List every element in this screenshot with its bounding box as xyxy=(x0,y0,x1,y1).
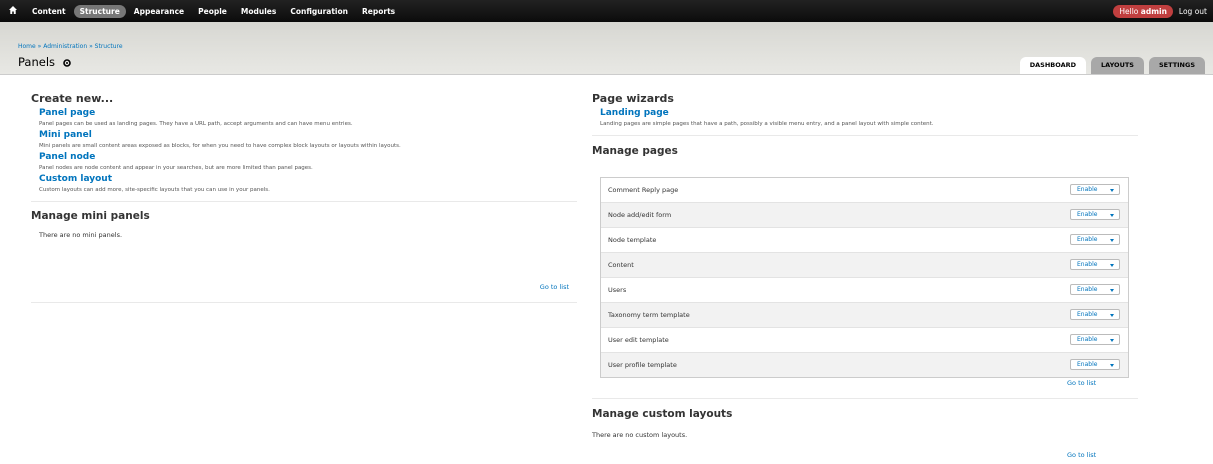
enable-dropdown-button[interactable]: Enable xyxy=(1070,209,1120,220)
toolbar-menu: Content Structure Appearance People Modu… xyxy=(26,0,403,22)
breadcrumb-administration[interactable]: Administration xyxy=(43,43,87,50)
enable-dropdown-button[interactable]: Enable xyxy=(1070,284,1120,295)
enable-label: Enable xyxy=(1077,361,1098,368)
table-row: User profile template Enable xyxy=(601,353,1128,377)
divider xyxy=(31,201,577,202)
table-row: User edit template Enable xyxy=(601,328,1128,353)
menu-reports[interactable]: Reports xyxy=(356,5,401,18)
table-row: Content Enable xyxy=(601,253,1128,278)
breadcrumb-separator: » xyxy=(37,43,42,50)
mini-panel-link[interactable]: Mini panel xyxy=(39,130,577,140)
gear-icon[interactable] xyxy=(63,59,71,67)
mini-panels-empty: There are no mini panels. xyxy=(39,231,123,239)
menu-modules[interactable]: Modules xyxy=(235,5,282,18)
mini-panel-desc: Mini panels are small content areas expo… xyxy=(39,143,401,149)
landing-page-desc: Landing pages are simple pages that have… xyxy=(600,121,934,127)
enable-dropdown-button[interactable]: Enable xyxy=(1070,234,1120,245)
enable-label: Enable xyxy=(1077,286,1098,293)
breadcrumb-home[interactable]: Home xyxy=(18,43,36,50)
page-name: Node add/edit form xyxy=(608,211,672,219)
home-icon[interactable] xyxy=(8,5,18,15)
custom-layouts-empty: There are no custom layouts. xyxy=(592,431,688,439)
table-row: Taxonomy term template Enable xyxy=(601,303,1128,328)
enable-label: Enable xyxy=(1077,261,1098,268)
manage-custom-layouts-heading: Manage custom layouts xyxy=(592,408,733,420)
page-name: Users xyxy=(608,286,627,294)
manage-pages-table: Comment Reply page Enable Node add/edit … xyxy=(600,177,1129,378)
divider xyxy=(31,302,577,303)
custom-layout-desc: Custom layouts can add more, site-specif… xyxy=(39,187,270,193)
page-name: User edit template xyxy=(608,336,669,344)
right-column: Page wizards Landing page Landing pages … xyxy=(592,92,1138,459)
menu-content[interactable]: Content xyxy=(26,5,72,18)
username: admin xyxy=(1140,6,1167,16)
hello-text: Hello xyxy=(1119,6,1139,16)
pages-goto-link[interactable]: Go to list xyxy=(1067,379,1096,387)
hello-badge[interactable]: Hello admin xyxy=(1113,4,1173,18)
divider xyxy=(592,135,1138,136)
panel-page-link[interactable]: Panel page xyxy=(39,108,577,118)
enable-label: Enable xyxy=(1077,336,1098,343)
caret-down-icon[interactable] xyxy=(1110,263,1114,267)
enable-label: Enable xyxy=(1077,211,1098,218)
menu-people[interactable]: People xyxy=(192,5,233,18)
enable-label: Enable xyxy=(1077,311,1098,318)
mini-panels-goto-link[interactable]: Go to list xyxy=(540,283,569,291)
page-name: User profile template xyxy=(608,361,677,369)
page-title: Panels xyxy=(18,55,56,69)
page-wizards-heading: Page wizards xyxy=(592,92,674,105)
landing-page-link[interactable]: Landing page xyxy=(600,108,1138,118)
table-row: Comment Reply page Enable xyxy=(601,178,1128,203)
enable-label: Enable xyxy=(1077,236,1098,243)
panel-node-link[interactable]: Panel node xyxy=(39,152,577,162)
logout-link[interactable]: Log out xyxy=(1179,7,1207,16)
create-new-heading: Create new... xyxy=(31,92,114,105)
breadcrumb-separator: » xyxy=(89,43,93,50)
enable-dropdown-button[interactable]: Enable xyxy=(1070,334,1120,345)
custom-layouts-goto-link[interactable]: Go to list xyxy=(1067,451,1096,459)
caret-down-icon[interactable] xyxy=(1110,313,1114,317)
enable-label: Enable xyxy=(1077,186,1098,193)
tab-dashboard[interactable]: DASHBOARD xyxy=(1019,57,1087,74)
caret-down-icon[interactable] xyxy=(1110,213,1114,217)
enable-dropdown-button[interactable]: Enable xyxy=(1070,184,1120,195)
enable-dropdown-button[interactable]: Enable xyxy=(1070,359,1120,370)
panel-page-desc: Panel pages can be used as landing pages… xyxy=(39,121,353,127)
breadcrumb-structure[interactable]: Structure xyxy=(95,43,123,50)
menu-configuration[interactable]: Configuration xyxy=(284,5,354,18)
page-name: Taxonomy term template xyxy=(608,311,690,319)
panel-node-desc: Panel nodes are node content and appear … xyxy=(39,165,313,171)
caret-down-icon[interactable] xyxy=(1110,238,1114,242)
divider xyxy=(592,398,1138,399)
admin-toolbar: Content Structure Appearance People Modu… xyxy=(0,0,1213,22)
page-name: Node template xyxy=(608,236,657,244)
caret-down-icon[interactable] xyxy=(1110,338,1114,342)
page-name: Content xyxy=(608,261,634,269)
left-column: Create new... Panel page Panel pages can… xyxy=(31,92,577,303)
tabs: DASHBOARD LAYOUTS SETTINGS xyxy=(1019,57,1205,74)
caret-down-icon[interactable] xyxy=(1110,188,1114,192)
toolbar-user: Hello admin Log out xyxy=(1113,0,1207,22)
table-row: Node template Enable xyxy=(601,228,1128,253)
table-row: Node add/edit form Enable xyxy=(601,203,1128,228)
enable-dropdown-button[interactable]: Enable xyxy=(1070,259,1120,270)
menu-appearance[interactable]: Appearance xyxy=(128,5,190,18)
breadcrumb: Home » Administration » Structure xyxy=(18,43,123,50)
manage-pages-heading: Manage pages xyxy=(592,145,678,157)
caret-down-icon[interactable] xyxy=(1110,288,1114,292)
tab-settings[interactable]: SETTINGS xyxy=(1148,57,1205,74)
page-name: Comment Reply page xyxy=(608,186,679,194)
table-row: Users Enable xyxy=(601,278,1128,303)
menu-structure[interactable]: Structure xyxy=(73,4,126,18)
enable-dropdown-button[interactable]: Enable xyxy=(1070,309,1120,320)
custom-layout-link[interactable]: Custom layout xyxy=(39,174,577,184)
manage-mini-panels-heading: Manage mini panels xyxy=(31,210,150,222)
caret-down-icon[interactable] xyxy=(1110,363,1114,367)
tab-layouts[interactable]: LAYOUTS xyxy=(1091,57,1144,74)
